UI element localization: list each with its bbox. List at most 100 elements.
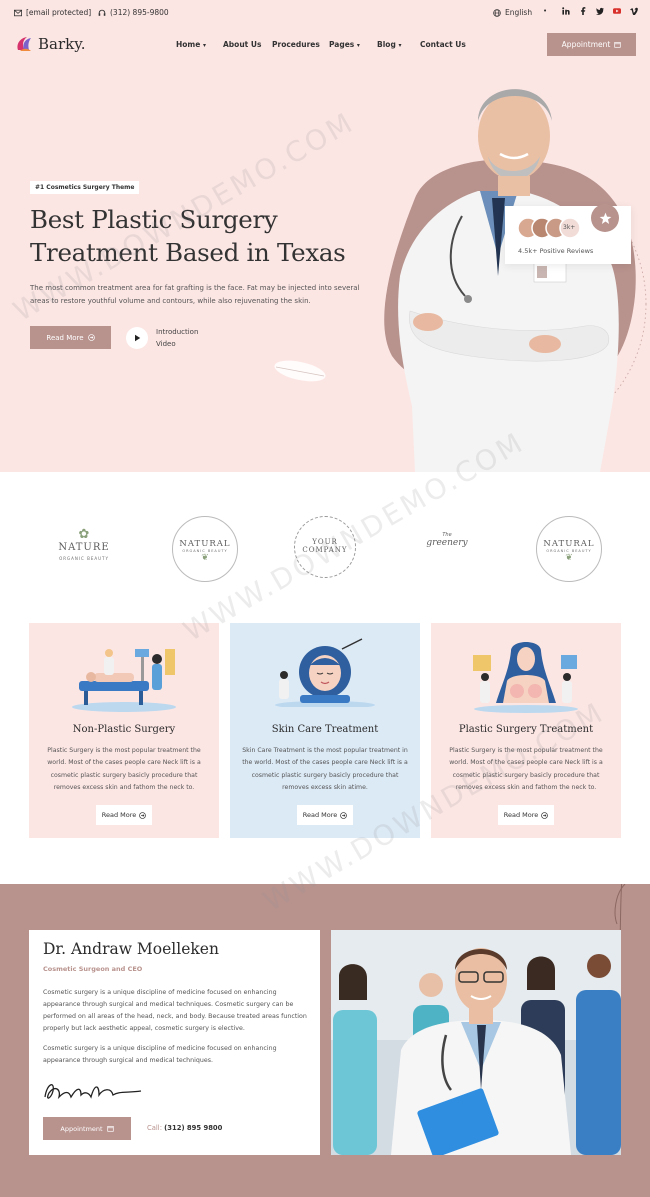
team-photo: [331, 930, 621, 1155]
service-desc: Plastic Surgery is the most popular trea…: [449, 747, 603, 792]
doctor-face: [478, 92, 550, 180]
logo-icon: [17, 37, 31, 51]
brand-name: Barky.: [38, 35, 86, 53]
chevron-down-icon: ▾: [398, 42, 402, 49]
doctor-role: Cosmetic Surgeon and CEO: [43, 965, 143, 973]
facebook-icon[interactable]: [579, 7, 587, 15]
youtube-icon[interactable]: [613, 7, 621, 15]
about-paragraph-1: Cosmetic surgery is a unique discipline …: [43, 989, 307, 1032]
service-read-more-button[interactable]: Read More: [498, 805, 554, 825]
service-card-skin-care: Skin Care Treatment Skin Care Treatment …: [230, 623, 420, 838]
nav-item-procedures[interactable]: Procedures: [272, 40, 320, 49]
phone-text: (312) 895-9800: [110, 8, 169, 17]
surgery-illustration: [72, 649, 176, 712]
hero-badge: #1 Cosmetics Surgery Theme: [30, 181, 140, 194]
appointment-button[interactable]: Appointment: [547, 33, 636, 56]
medical-team-image: [331, 930, 621, 1155]
nav-label: Contact Us: [420, 40, 466, 49]
brand-logos-strip: ✿ NATURE ORGANIC BEAUTY NATURAL ORGANIC …: [0, 472, 650, 622]
service-desc: Skin Care Treatment is the most popular …: [242, 747, 408, 792]
service-title: Skin Care Treatment: [271, 724, 379, 735]
arrow-circle-icon: [541, 811, 549, 819]
nav-item-home[interactable]: Home ▾: [176, 40, 206, 49]
intro-video-line1: Introduction: [156, 328, 199, 336]
intro-video-label[interactable]: Introduction Video: [156, 326, 198, 350]
language-selector[interactable]: English: [493, 8, 532, 17]
brand-logo-text: greenery: [426, 538, 468, 548]
hero-title: Best Plastic Surgery Treatment Based in …: [30, 203, 380, 269]
about-paragraph-2: Cosmetic surgery is a unique discipline …: [43, 1045, 277, 1064]
star-icon: [599, 212, 611, 224]
brand-logo-5: NATURAL ORGANIC BEAUTY ❦: [536, 516, 602, 582]
about-card: Dr. Andraw Moelleken Cosmetic Surgeon an…: [29, 930, 320, 1155]
linkedin-icon[interactable]: [562, 7, 570, 15]
email-text: [email protected]: [26, 8, 92, 17]
nav-label: Procedures: [272, 40, 320, 49]
signature-image: [44, 1084, 142, 1100]
doctor-name: Dr. Andraw Moelleken: [43, 940, 219, 958]
hero-read-more-button[interactable]: Read More: [30, 326, 111, 349]
chevron-down-icon: ▾: [356, 42, 360, 49]
play-icon: [135, 334, 141, 342]
service-card-non-plastic: Non-Plastic Surgery Plastic Surgery is t…: [29, 623, 219, 838]
nav-item-contact[interactable]: Contact Us: [420, 40, 466, 49]
nav-label: Pages: [329, 40, 355, 49]
leaf-decoration: [274, 360, 326, 382]
top-bar: [email protected] (312) 895-9800 English…: [0, 0, 650, 26]
read-more-label: Read More: [46, 333, 84, 342]
reviewer-avatars: [517, 217, 581, 239]
globe-icon: [493, 8, 501, 17]
play-video-button[interactable]: [126, 327, 148, 349]
appointment-label: Appointment: [60, 1124, 103, 1133]
calendar-icon: [614, 42, 621, 48]
read-more-label: Read More: [101, 811, 137, 819]
arrow-circle-icon: [340, 811, 348, 819]
arrow-circle-icon: [87, 334, 95, 341]
brand-logo-text: NATURAL: [543, 539, 595, 549]
brand-logo-1: ✿ NATURE ORGANIC BEAUTY: [44, 527, 124, 561]
intro-video-line2: Video: [156, 340, 176, 348]
call-label: Call:: [147, 1124, 162, 1132]
service-desc: Plastic Surgery is the most popular trea…: [47, 747, 201, 792]
brand-logo-sub: COMPANY: [302, 546, 348, 554]
arrow-circle-icon: [139, 811, 147, 819]
star-badge: [591, 204, 619, 232]
chevron-down-icon: ▾: [202, 42, 206, 49]
hero-title-line2: Treatment Based in Texas: [30, 238, 346, 267]
envelope-icon: [14, 9, 22, 16]
brand-logo-text: NATURE: [58, 542, 110, 553]
language-dropdown-dot: •: [543, 7, 548, 15]
hero-lead: The most common treatment area for fat g…: [30, 284, 360, 305]
brand-logo-2: NATURAL ORGANIC BEAUTY ❦: [172, 516, 238, 582]
plastic-surgery-illustration: [473, 642, 578, 713]
nav-label: Blog: [377, 40, 396, 49]
nav-label: About Us: [223, 40, 262, 49]
email-contact[interactable]: [email protected]: [14, 8, 91, 17]
read-more-label: Read More: [302, 811, 338, 819]
calendar-icon: [106, 1126, 114, 1132]
nav-item-blog[interactable]: Blog ▾: [377, 40, 401, 49]
brand-logo-3: YOUR COMPANY: [294, 516, 356, 578]
vimeo-icon[interactable]: [630, 7, 638, 15]
twitter-icon[interactable]: [596, 7, 604, 15]
read-more-label: Read More: [503, 811, 539, 819]
appointment-label: Appointment: [561, 40, 611, 49]
phone-contact[interactable]: (312) 895-9800: [98, 8, 169, 17]
service-read-more-button[interactable]: Read More: [96, 805, 152, 825]
brand-logo-text: YOUR: [312, 538, 338, 546]
nav-item-pages[interactable]: Pages ▾: [329, 40, 360, 49]
hero-title-line1: Best Plastic Surgery: [30, 205, 278, 234]
language-label: English: [505, 8, 533, 17]
skin-care-illustration: [275, 638, 375, 707]
service-card-plastic-surgery: Plastic Surgery Treatment Plastic Surger…: [431, 623, 621, 838]
nav-item-about[interactable]: About Us: [223, 40, 261, 49]
service-title: Non-Plastic Surgery: [72, 724, 176, 735]
brand-logo[interactable]: Barky.: [14, 34, 85, 54]
brand-logo-sub: ORGANIC BEAUTY: [59, 556, 109, 561]
call-info[interactable]: Call: (312) 895 9800: [147, 1124, 222, 1132]
brand-logo-4: The greenery: [412, 532, 482, 548]
about-appointment-button[interactable]: Appointment: [43, 1117, 131, 1140]
reviews-text: 4.5k+ Positive Reviews: [518, 247, 594, 255]
reviews-card: 3k+ 4.5k+ Positive Reviews: [505, 204, 631, 264]
service-read-more-button[interactable]: Read More: [297, 805, 353, 825]
